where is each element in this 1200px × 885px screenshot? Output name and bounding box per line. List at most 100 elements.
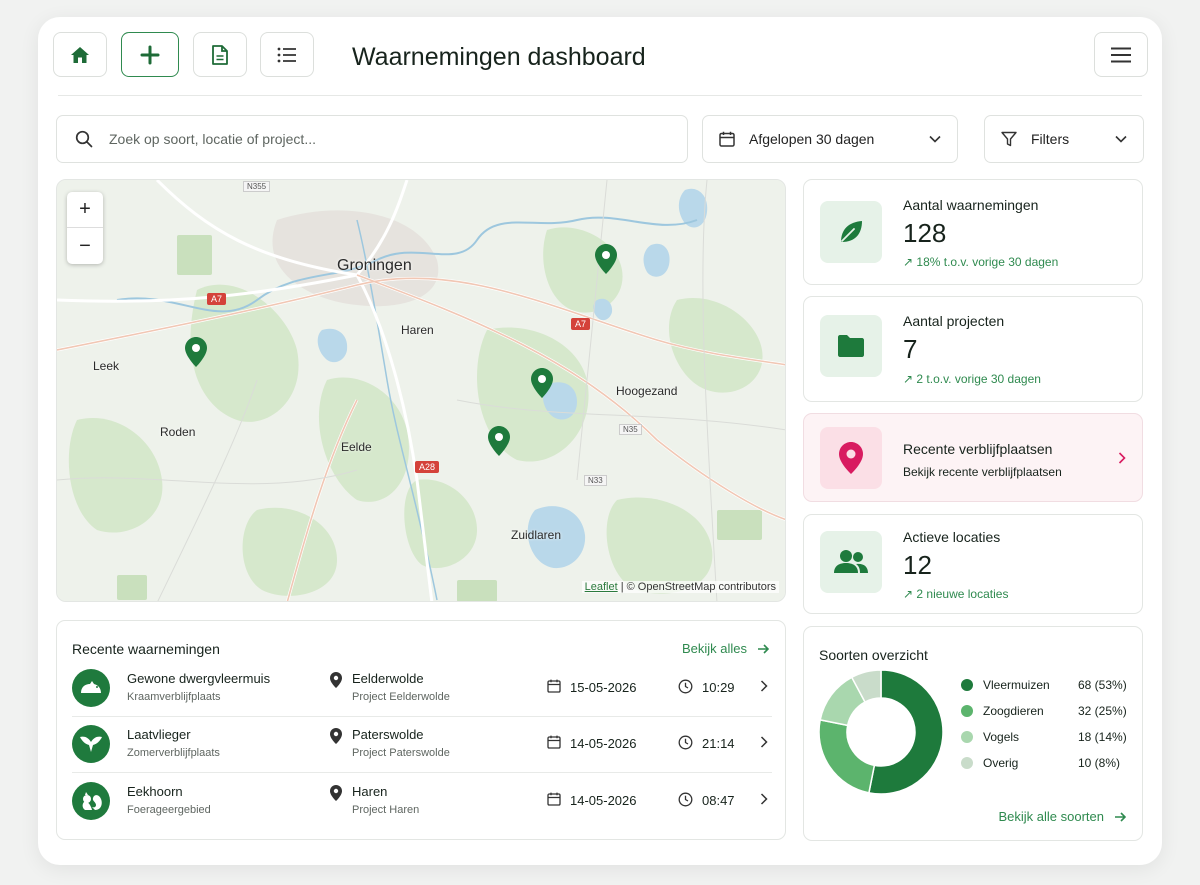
clock-icon: [678, 679, 693, 694]
avatar: [72, 782, 110, 820]
location-pin-icon: [330, 728, 342, 744]
map-pin-icon[interactable]: [595, 244, 617, 274]
leaflet-link[interactable]: Leaflet: [585, 581, 618, 593]
roost-type: Zomerverblijfplaats: [127, 747, 220, 759]
filters-select[interactable]: Filters: [984, 115, 1144, 163]
roost-type: Foerageergebied: [127, 804, 211, 816]
map-pin-icon[interactable]: [185, 337, 207, 367]
stat-icon-box: [820, 201, 882, 263]
home-button[interactable]: [53, 32, 107, 77]
legend-value: 32 (25%): [1078, 704, 1127, 718]
stat-change: ↗ 2 nieuwe locaties: [903, 587, 1008, 601]
observation-time: 21:14: [702, 736, 735, 751]
chevron-down-icon: [929, 135, 941, 143]
legend-label: Vogels: [983, 730, 1020, 744]
stat-subtitle: Bekijk recente verblijfplaatsen: [903, 465, 1062, 479]
users-icon: [834, 550, 868, 573]
hamburger-icon: [1111, 47, 1131, 62]
calendar-icon: [547, 679, 561, 693]
add-button[interactable]: [121, 32, 179, 77]
legend-item: Vleermuizen 68 (53%): [961, 676, 1131, 694]
date-range-label: Afgelopen 30 dagen: [749, 131, 875, 147]
row-divider: [72, 772, 772, 773]
list-button[interactable]: [260, 32, 314, 77]
dashboard-card: Waarnemingen dashboard Afgelopen 30 dage…: [38, 17, 1162, 865]
search-input[interactable]: [109, 131, 609, 147]
table-row[interactable]: Gewone dwergvleermuis Kraamverblijfplaat…: [72, 661, 772, 717]
road-badge-a7: A7: [571, 318, 591, 330]
map-label-roden: Roden: [160, 425, 196, 439]
legend-value: 18 (14%): [1078, 730, 1127, 744]
bird-icon: [80, 736, 102, 752]
report-button[interactable]: [193, 32, 247, 77]
stat-locations-card: Actieve locaties 12 ↗ 2 nieuwe locaties: [803, 514, 1143, 614]
view-all-species-link[interactable]: Bekijk alle soorten: [999, 809, 1126, 824]
stat-title: Recente verblijfplaatsen: [903, 441, 1053, 457]
map-pin-icon[interactable]: [531, 368, 553, 398]
project-name: Project Paterswolde: [352, 747, 450, 759]
map-label-hoogezand: Hoogezand: [616, 384, 678, 398]
menu-button[interactable]: [1094, 32, 1148, 77]
species-overview-panel: Soorten overzicht Vleermuizen 68 (53%) Z…: [803, 626, 1143, 841]
search-icon: [75, 130, 93, 148]
zoom-in-button[interactable]: +: [67, 192, 103, 228]
legend-label: Vleermuizen: [983, 678, 1050, 692]
legend-value: 68 (53%): [1078, 678, 1127, 692]
table-row[interactable]: Laatvlieger Zomerverblijfplaats Paterswo…: [72, 717, 772, 773]
location-pin-icon: [330, 672, 342, 688]
zoom-control: + −: [67, 192, 103, 264]
arrow-right-icon: [1115, 811, 1126, 822]
map-view[interactable]: Groningen Haren Leek Roden Eelde Hoogeza…: [56, 179, 786, 602]
stat-icon-box: [820, 531, 882, 593]
map-label-groningen: Groningen: [337, 257, 412, 274]
stat-title: Actieve locaties: [903, 529, 1001, 545]
chevron-down-icon: [1115, 135, 1127, 143]
search-bar[interactable]: [56, 115, 688, 163]
legend-swatch: [961, 705, 973, 717]
observation-time: 08:47: [702, 793, 735, 808]
location-name: Eelderwolde: [352, 671, 424, 686]
stat-change-text: 2 t.o.v. vorige 30 dagen: [916, 372, 1041, 386]
species-name: Gewone dwergvleermuis: [127, 671, 271, 686]
filter-icon: [1001, 131, 1017, 147]
stat-value: 128: [903, 218, 947, 248]
species-name: Laatvlieger: [127, 727, 191, 742]
species-donut-chart: [818, 669, 944, 795]
project-name: Project Haren: [352, 804, 420, 816]
view-all-link[interactable]: Bekijk alles: [682, 641, 769, 656]
stat-icon-box: [820, 315, 882, 377]
header-divider: [58, 95, 1142, 96]
plus-icon: [140, 45, 160, 64]
document-icon: [212, 44, 228, 65]
legend-swatch: [961, 679, 973, 691]
legend-swatch: [961, 757, 973, 769]
road-badge-a28: A28: [415, 461, 440, 473]
recent-observations-panel: Recente waarnemingen Bekijk alles Gewone…: [56, 620, 786, 840]
date-range-select[interactable]: Afgelopen 30 dagen: [702, 115, 958, 163]
location-name: Haren: [352, 784, 388, 799]
stat-change: ↗ 18% t.o.v. vorige 30 dagen: [903, 255, 1058, 269]
chevron-right-icon: [760, 736, 768, 748]
stat-icon-box: [820, 427, 882, 489]
list-icon: [277, 47, 296, 62]
chevron-right-icon: [760, 680, 768, 692]
observation-time: 10:29: [702, 680, 735, 695]
map-pin-icon[interactable]: [488, 426, 510, 456]
observation-date: 14-05-2026: [570, 736, 637, 751]
zoom-out-button[interactable]: −: [67, 228, 103, 264]
legend-item: Vogels 18 (14%): [961, 728, 1131, 746]
stat-observations-card: Aantal waarnemingen 128 ↗ 18% t.o.v. vor…: [803, 179, 1143, 285]
stat-value: 12: [903, 550, 932, 580]
location-name: Paterswolde: [352, 727, 424, 742]
map-label-eelde: Eelde: [341, 440, 372, 454]
calendar-icon: [547, 792, 561, 806]
recent-roosts-card[interactable]: Recente verblijfplaatsen Bekijk recente …: [803, 413, 1143, 502]
stat-projects-card: Aantal projecten 7 ↗ 2 t.o.v. vorige 30 …: [803, 296, 1143, 402]
road-badge-n35: N35: [619, 424, 642, 435]
legend-label: Zoogdieren: [983, 704, 1044, 718]
clock-icon: [678, 735, 693, 750]
table-row[interactable]: Eekhoorn Foerageergebied Haren Project H…: [72, 774, 772, 830]
stat-title: Aantal waarnemingen: [903, 197, 1039, 213]
road-badge-a7: A7: [207, 293, 227, 305]
stat-change: ↗ 2 t.o.v. vorige 30 dagen: [903, 372, 1041, 386]
